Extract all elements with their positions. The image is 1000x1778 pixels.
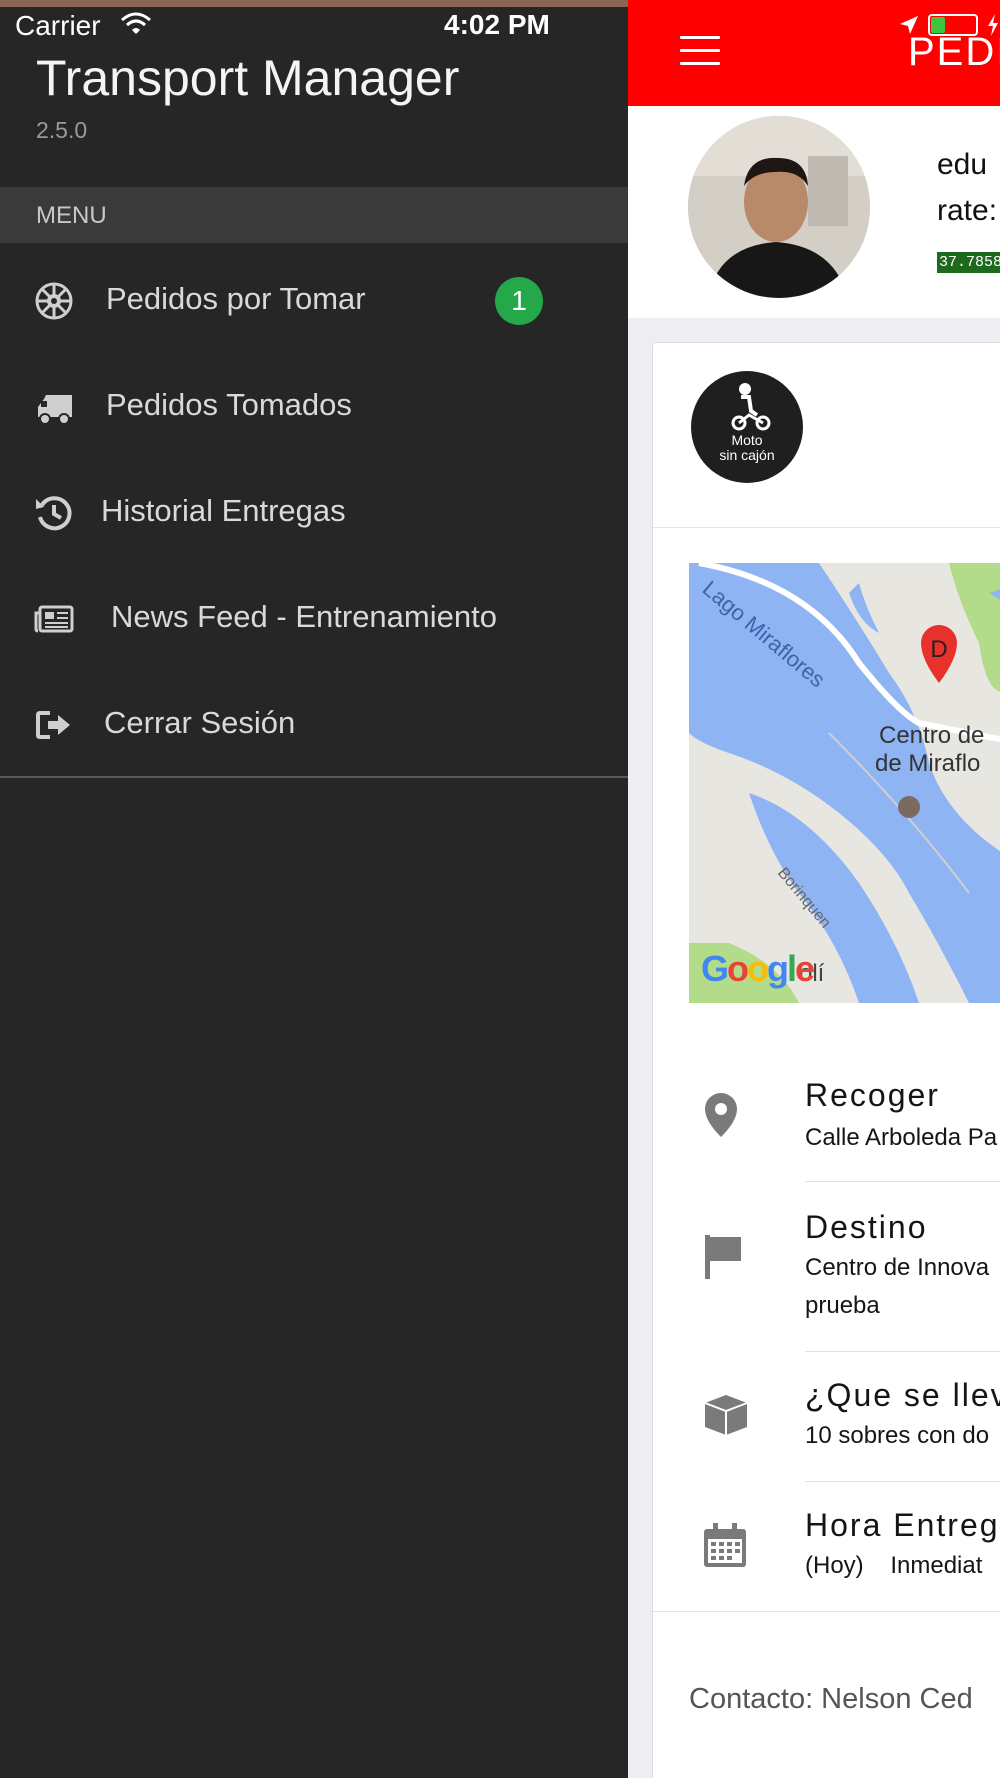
- driver-rate: rate:: [937, 194, 998, 227]
- menu-item-pedidos-por-tomar[interactable]: Pedidos por Tomar 1: [0, 248, 628, 354]
- drawer-header: Transport Manager 2.5.0: [0, 45, 628, 187]
- pickup-value: Calle Arboleda Pa: [805, 1124, 998, 1151]
- package-value: 10 sobres con do: [805, 1422, 990, 1449]
- divider: [0, 776, 628, 778]
- app-title: Transport Manager: [36, 50, 460, 106]
- app-version: 2.5.0: [36, 117, 88, 143]
- carrier-label: Carrier: [15, 10, 101, 41]
- drawer-top-accent: [0, 0, 628, 7]
- order-card[interactable]: Moto sin cajón D Centro de de Miraflo Lag…: [652, 342, 1000, 1778]
- svg-text:e: e: [795, 948, 815, 989]
- coordinates-badge: 37.7858: [937, 252, 1000, 273]
- pickup-title: Recoger: [805, 1077, 940, 1113]
- destination-value-2: prueba: [805, 1292, 880, 1319]
- menu-item-pedidos-tomados[interactable]: Pedidos Tomados: [0, 354, 628, 460]
- divider: [653, 1611, 1000, 1612]
- destination-title: Destino: [805, 1209, 928, 1245]
- app-bar: PEDI: [628, 0, 1000, 106]
- divider: [805, 1351, 1000, 1352]
- driver-name: edu: [937, 148, 988, 181]
- menu-section-label: MENU: [36, 202, 107, 229]
- map-place-label-2: de Miraflo: [875, 750, 980, 777]
- battery-icon: [928, 14, 978, 36]
- menu-item-label: Pedidos por Tomar: [106, 281, 366, 316]
- divider: [653, 527, 1000, 528]
- avatar: [688, 116, 870, 298]
- package-row[interactable]: ¿Que se lleva 10 sobres con do: [653, 1353, 1000, 1483]
- google-logo: Google: [701, 948, 815, 989]
- pending-count-badge: 1: [495, 277, 543, 325]
- divider: [805, 1481, 1000, 1482]
- map-place-label: Centro de: [879, 722, 984, 749]
- menu-item-label: Historial Entregas: [101, 493, 346, 528]
- hamburger-menu-icon[interactable]: [680, 36, 720, 66]
- galactic-empire-icon: [35, 282, 73, 320]
- flag-icon: [705, 1235, 741, 1279]
- delivery-time-value: (Hoy) Inmediat: [805, 1552, 983, 1579]
- delivery-time-title: Hora Entrega: [805, 1507, 1000, 1543]
- vehicle-type-badge: Moto sin cajón: [691, 371, 803, 483]
- contact-text: Contacto: Nelson Ced: [689, 1683, 973, 1715]
- calendar-icon: [704, 1523, 746, 1567]
- truck-icon: [38, 395, 72, 425]
- menu-item-news-feed[interactable]: News Feed - Entrenamiento: [0, 566, 628, 672]
- newspaper-icon: [34, 605, 74, 633]
- vehicle-line-2: sin cajón: [719, 447, 775, 463]
- menu-section-header: MENU: [0, 187, 628, 243]
- pickup-row[interactable]: Recoger Calle Arboleda Pa: [653, 1063, 1000, 1183]
- status-time: 4:02 PM: [444, 9, 550, 40]
- menu-item-label: Pedidos Tomados: [106, 387, 352, 422]
- vehicle-line-1: Moto: [731, 432, 763, 448]
- map-pin-icon: [705, 1093, 737, 1137]
- location-arrow-icon: [900, 16, 918, 34]
- route-map[interactable]: D Centro de de Miraflo Lago Miraflores B…: [689, 563, 1000, 1003]
- svg-text:o: o: [727, 948, 749, 989]
- package-title: ¿Que se lleva: [805, 1377, 1000, 1413]
- status-bar: Carrier 4:02 PM: [0, 7, 628, 45]
- divider: [805, 1181, 1000, 1182]
- menu-item-label: Cerrar Sesión: [104, 705, 296, 740]
- menu-item-cerrar-sesion[interactable]: Cerrar Sesión: [0, 672, 628, 778]
- wifi-icon: [121, 12, 151, 34]
- map-pin-label: D: [930, 636, 947, 663]
- menu-item-label: News Feed - Entrenamiento: [111, 599, 497, 634]
- menu-item-historial-entregas[interactable]: Historial Entregas: [0, 460, 628, 566]
- history-icon: [36, 496, 72, 531]
- main-content: PEDI edu rate: 37.7858 Moto sin cajón D …: [628, 0, 1000, 1778]
- svg-text:G: G: [701, 948, 729, 989]
- delivery-time-row[interactable]: Hora Entrega (Hoy) Inmediat: [653, 1483, 1000, 1603]
- svg-text:g: g: [767, 948, 789, 989]
- status-icons: [898, 10, 1000, 40]
- package-icon: [704, 1395, 748, 1435]
- scooter-rider-icon: [731, 383, 771, 431]
- destination-row[interactable]: Destino Centro de Innova prueba: [653, 1183, 1000, 1353]
- profile-panel: edu rate: 37.7858: [628, 106, 1000, 318]
- sign-out-icon: [36, 711, 70, 739]
- navigation-drawer: Carrier 4:02 PM Transport Manager 2.5.0 …: [0, 0, 628, 1778]
- svg-text:o: o: [747, 948, 769, 989]
- charging-bolt-icon: [988, 14, 998, 36]
- destination-value: Centro de Innova: [805, 1254, 990, 1281]
